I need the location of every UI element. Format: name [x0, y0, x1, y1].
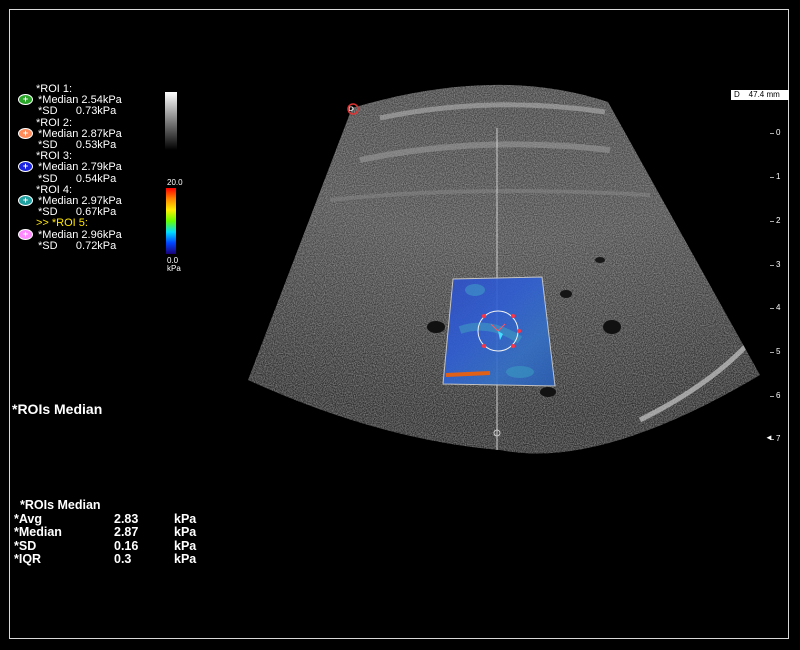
depth-tick-label: 5	[776, 347, 781, 356]
summary-value: 2.83	[114, 511, 139, 526]
depth-tick-label: 2	[776, 216, 781, 225]
summary-row: *IQR 0.3 kPa	[14, 552, 197, 567]
rois-median-heading: *ROIs Median	[12, 401, 103, 417]
elasticity-color-bar	[166, 188, 176, 254]
grayscale-bar	[165, 92, 177, 150]
summary-unit: kPa	[174, 538, 197, 553]
depth-tick-label: 0	[776, 128, 781, 137]
depth-tick-label: 6	[776, 391, 781, 400]
depth-tick-label: 1	[776, 172, 781, 181]
roi-2-sd: *SD 0.53kPa	[38, 139, 117, 152]
summary-unit: kPa	[174, 525, 197, 539]
roi-1-sd: *SD 0.73kPa	[38, 105, 117, 118]
summary-label: *Avg	[14, 511, 43, 526]
summary-unit: kPa	[174, 552, 197, 566]
summary-row: *Median 2.87 kPa	[14, 525, 197, 540]
summary-label: *SD	[14, 538, 37, 553]
depth-tick-mark	[770, 177, 774, 178]
roi-3-marker-icon[interactable]: +	[18, 161, 33, 173]
depth-tick-mark	[770, 352, 774, 353]
color-scale-max: 20.0	[167, 178, 183, 187]
roi-2-marker-icon[interactable]: +	[18, 127, 33, 139]
summary-label: *IQR	[14, 552, 42, 566]
summary-value: 2.87	[114, 525, 139, 539]
depth-tick-mark	[770, 308, 774, 309]
depth-tick-mark	[770, 396, 774, 397]
summary-value: 0.3	[114, 552, 132, 566]
roi-3-sd: *SD 0.54kPa	[38, 172, 117, 185]
roi-5-title[interactable]: >> *ROI 5:	[18, 218, 178, 229]
roi-list: *ROI 1: + *Median 2.54kPa *SD 0.73kPa *ROI 2…	[18, 83, 178, 252]
depth-tick-label: 4	[776, 303, 781, 312]
summary-row: *SD 0.16 kPa	[14, 538, 197, 554]
color-scale-unit: kPa	[167, 264, 181, 273]
depth-tick-mark	[770, 265, 774, 266]
roi-4-sd: *SD 0.67kPa	[38, 206, 117, 219]
roi-4-marker-icon[interactable]: +	[18, 195, 33, 207]
depth-tick-label: 3	[776, 260, 781, 269]
depth-tick-label: 7	[776, 434, 781, 443]
roi-1-marker-icon[interactable]: +	[18, 94, 33, 106]
summary-table: *ROIs Median *Avg 2.83 kPa *Median 2.87 kPa *S…	[14, 498, 197, 567]
summary-value: 0.16	[114, 538, 139, 553]
summary-unit: kPa	[174, 511, 197, 526]
summary-label: *Median	[14, 525, 62, 539]
roi-3-median: + *Median 2.79kPa	[18, 161, 178, 173]
roi-5-sd: *SD 0.72kPa	[38, 239, 117, 252]
roi-5-marker-icon[interactable]: +	[18, 228, 33, 240]
depth-readout: D 47.4 mm	[731, 90, 789, 100]
summary-row: *Avg 2.83 kPa	[14, 511, 197, 527]
summary-heading: *ROIs Median	[20, 498, 101, 512]
depth-tick-mark	[770, 221, 774, 222]
depth-marker-icon: ◄	[765, 433, 773, 442]
depth-tick-mark	[770, 133, 774, 134]
